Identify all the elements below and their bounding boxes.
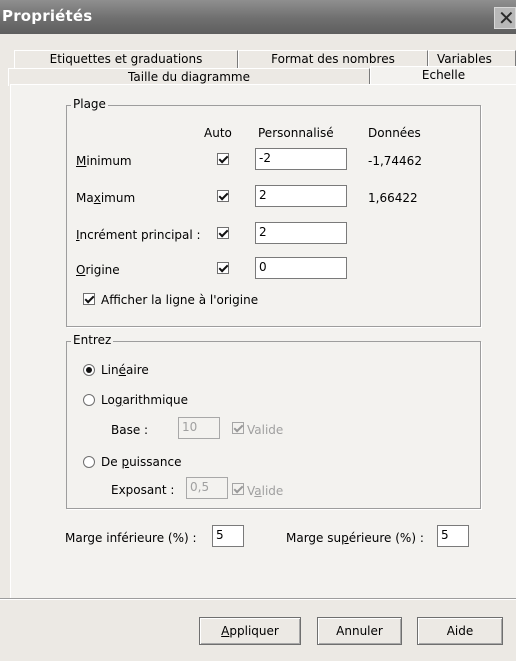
window-title: Propriétés [2, 7, 93, 25]
minimum-auto-checkbox[interactable] [217, 153, 229, 165]
increment-input[interactable]: 2 [255, 222, 347, 244]
minimum-input[interactable]: -2 [255, 148, 347, 170]
lineaire-label: Linéaire [101, 363, 149, 377]
footer-separator-highlight [0, 599, 516, 600]
maximum-label: Maximum [76, 191, 136, 205]
origine-label: Origine [76, 263, 120, 277]
increment-label: Incrément principal : [76, 228, 201, 242]
origine-input[interactable]: 0 [255, 257, 347, 279]
plage-legend: Plage [71, 97, 108, 111]
title-bar: Propriétés ✕ [0, 0, 516, 34]
base-input[interactable]: 10 [178, 417, 220, 439]
logarithmique-label: Logarithmique [101, 393, 189, 407]
help-button[interactable]: Aide [417, 617, 503, 645]
show-origin-line-checkbox[interactable] [83, 293, 95, 305]
puissance-label: De puissance [101, 455, 182, 469]
close-button[interactable]: ✕ [494, 6, 516, 30]
entrez-legend: Entrez [71, 333, 114, 347]
cancel-button[interactable]: Annuler [317, 617, 402, 645]
marge-inferieure-input[interactable]: 5 [212, 525, 244, 547]
exposant-input[interactable]: 0,5 [186, 477, 228, 499]
header-donnees: Données [368, 126, 421, 140]
marge-inferieure-label: Marge inférieure (%) : [65, 531, 197, 545]
base-valide-checkbox[interactable] [232, 422, 244, 434]
header-personnalise: Personnalisé [258, 126, 334, 140]
origine-auto-checkbox[interactable] [217, 262, 229, 274]
tab-etiquettes[interactable]: Etiquettes et graduations [14, 50, 238, 68]
properties-dialog: Propriétés ✕ Etiquettes et graduations F… [0, 0, 516, 661]
maximum-auto-checkbox[interactable] [217, 190, 229, 202]
header-auto: Auto [204, 126, 232, 140]
tab-echelle[interactable]: Echelle [370, 66, 516, 86]
minimum-label: Minimum [76, 154, 132, 168]
exposant-valide-checkbox[interactable] [232, 483, 244, 495]
increment-auto-checkbox[interactable] [217, 227, 229, 239]
maximum-input[interactable]: 2 [255, 185, 347, 207]
tab-panel-echelle: Plage Auto Personnalisé Données Minimum … [10, 84, 516, 598]
minimum-data-value: -1,74462 [368, 154, 422, 168]
exposant-valide-label: Valide [247, 484, 284, 498]
puissance-radio[interactable] [83, 456, 95, 468]
marge-superieure-input[interactable]: 5 [437, 525, 469, 547]
show-origin-line-label: Afficher la ligne à l'origine [101, 293, 259, 307]
apply-button[interactable]: Appliquer [199, 617, 301, 645]
logarithmique-radio[interactable] [83, 394, 95, 406]
base-valide-label: Valide [247, 423, 284, 437]
base-label: Base : [111, 423, 149, 437]
close-icon: ✕ [498, 6, 515, 30]
marge-superieure-label: Marge supérieure (%) : [286, 531, 424, 545]
maximum-data-value: 1,66422 [368, 191, 418, 205]
lineaire-radio[interactable] [83, 364, 95, 376]
exposant-label: Exposant : [111, 483, 175, 497]
